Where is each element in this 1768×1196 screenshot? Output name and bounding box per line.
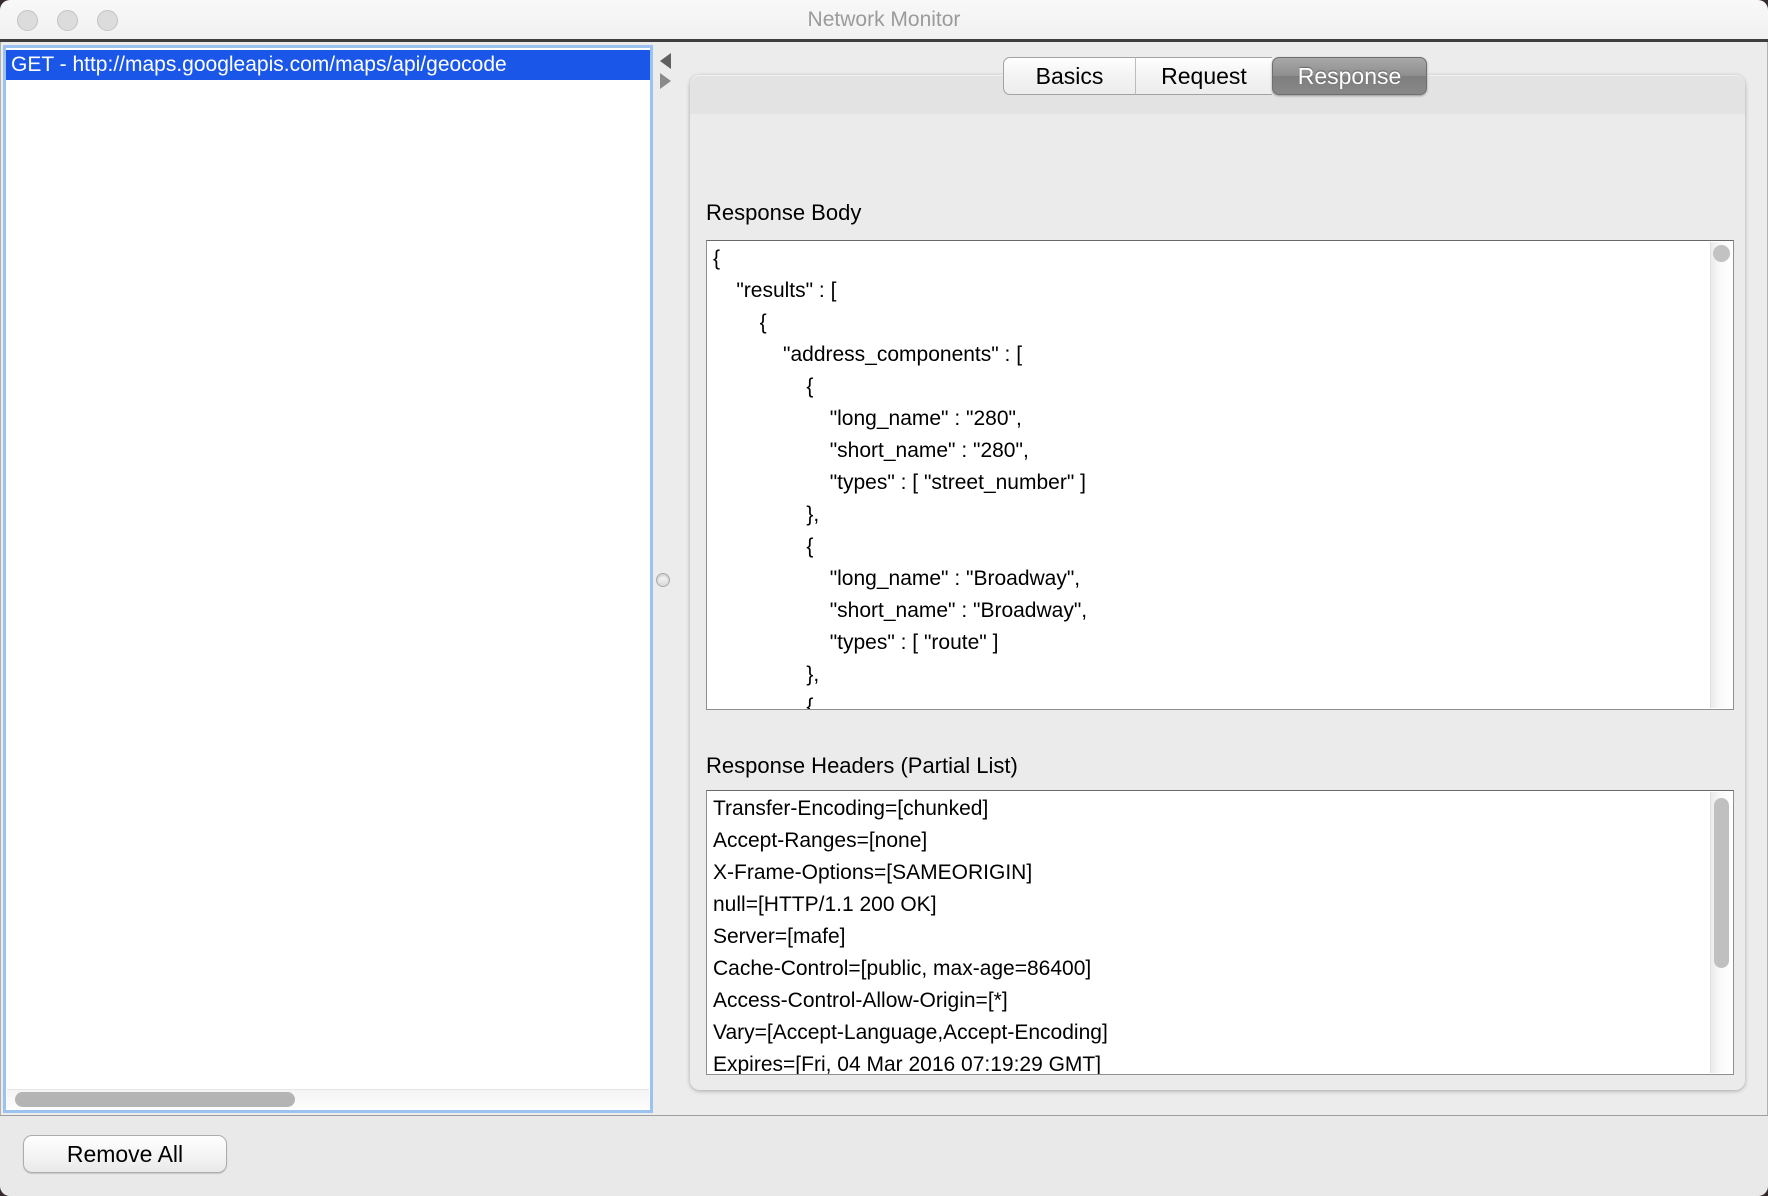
header-line: Cache-Control=[public, max-age=86400] xyxy=(713,953,1707,985)
response-headers-label: Response Headers (Partial List) xyxy=(706,753,1018,779)
tab-basics[interactable]: Basics xyxy=(1003,57,1135,95)
collapse-left-arrow-icon[interactable] xyxy=(660,53,671,69)
body-line: "short_name" : "280", xyxy=(713,435,1707,467)
body-line: { xyxy=(713,243,1707,275)
main-content: GET - http://maps.googleapis.com/maps/ap… xyxy=(0,45,1768,1115)
request-list-horizontal-scrollbar[interactable] xyxy=(7,1089,649,1109)
header-line: Expires=[Fri, 04 Mar 2016 07:19:29 GMT] xyxy=(713,1049,1707,1074)
header-line: Server=[mafe] xyxy=(713,921,1707,953)
response-body-textarea[interactable]: { "results" : [ { "address_components" :… xyxy=(706,240,1734,710)
request-list-item[interactable]: GET - http://maps.googleapis.com/maps/ap… xyxy=(6,50,650,80)
tab-request[interactable]: Request xyxy=(1135,57,1272,95)
body-line: { xyxy=(713,371,1707,403)
response-body-scrollbar-thumb[interactable] xyxy=(1713,245,1730,262)
network-monitor-window: Network Monitor GET - http://maps.google… xyxy=(0,0,1768,1196)
body-line: "short_name" : "Broadway", xyxy=(713,595,1707,627)
header-line: X-Frame-Options=[SAMEORIGIN] xyxy=(713,857,1707,889)
response-headers-scrollbar-thumb[interactable] xyxy=(1714,798,1729,968)
response-headers-scrollbar[interactable] xyxy=(1710,792,1732,1073)
titlebar[interactable]: Network Monitor xyxy=(0,0,1768,42)
response-body-scrollbar[interactable] xyxy=(1710,242,1732,708)
header-line: null=[HTTP/1.1 200 OK] xyxy=(713,889,1707,921)
body-line: "results" : [ xyxy=(713,275,1707,307)
response-headers-text: Transfer-Encoding=[chunked] Accept-Range… xyxy=(713,793,1707,1074)
header-line: Vary=[Accept-Language,Accept-Encoding] xyxy=(713,1017,1707,1049)
header-line: Accept-Ranges=[none] xyxy=(713,825,1707,857)
body-line: { xyxy=(713,531,1707,563)
response-body-label: Response Body xyxy=(706,200,861,226)
body-line: "types" : [ "route" ] xyxy=(713,627,1707,659)
tab-response[interactable]: Response xyxy=(1272,57,1427,95)
body-line: "long_name" : "Broadway", xyxy=(713,563,1707,595)
response-headers-textarea[interactable]: Transfer-Encoding=[chunked] Accept-Range… xyxy=(706,790,1734,1075)
body-line: "long_name" : "280", xyxy=(713,403,1707,435)
body-line: { xyxy=(713,307,1707,339)
header-line: Transfer-Encoding=[chunked] xyxy=(713,793,1707,825)
body-line: "types" : [ "street_number" ] xyxy=(713,467,1707,499)
tab-bar: Basics Request Response xyxy=(1003,57,1427,95)
bottom-bar: Remove All xyxy=(0,1115,1768,1196)
body-line: }, xyxy=(713,499,1707,531)
body-line: { xyxy=(713,691,1707,709)
request-list[interactable]: GET - http://maps.googleapis.com/maps/ap… xyxy=(3,45,653,1113)
remove-all-button[interactable]: Remove All xyxy=(23,1135,227,1173)
splitpane-drag-handle-icon[interactable] xyxy=(656,573,670,587)
response-body-text: { "results" : [ { "address_components" :… xyxy=(713,243,1707,709)
window-title: Network Monitor xyxy=(0,0,1768,42)
body-line: "address_components" : [ xyxy=(713,339,1707,371)
body-line: }, xyxy=(713,659,1707,691)
header-line: Access-Control-Allow-Origin=[*] xyxy=(713,985,1707,1017)
splitpane-divider[interactable] xyxy=(653,45,690,1115)
horizontal-scrollbar-thumb[interactable] xyxy=(15,1092,295,1107)
collapse-right-arrow-icon[interactable] xyxy=(660,73,671,89)
